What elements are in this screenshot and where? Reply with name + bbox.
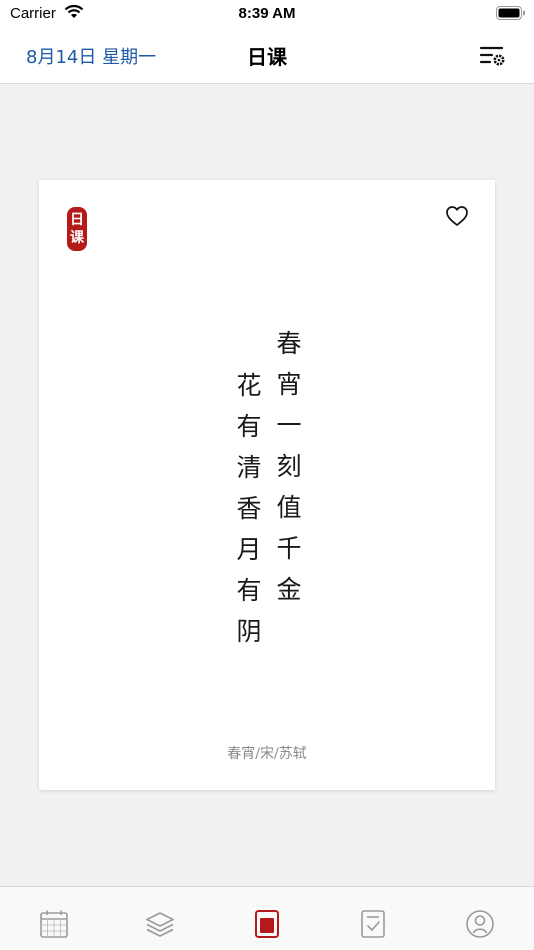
calendar-icon[interactable] [39, 909, 69, 939]
poem-card[interactable]: 日 课 春宵一刻值千金 花有清香月有阴 春宵/宋/苏轼 [39, 180, 495, 790]
list-settings-icon[interactable] [478, 42, 508, 70]
status-bar: Carrier 8:39 AM [0, 0, 534, 28]
status-time: 8:39 AM [238, 5, 296, 22]
poem-source: 春宵/宋/苏轼 [227, 746, 307, 762]
poem-text: 春宵一刻值千金 花有清香月有阴 [39, 330, 495, 660]
battery-icon [496, 6, 525, 20]
checklist-icon[interactable] [358, 909, 388, 939]
seal-char-2: 课 [70, 230, 84, 246]
poem-line-2: 花有清香月有阴 [233, 372, 262, 659]
seal-char-1: 日 [70, 212, 84, 228]
navigation-bar: 8月14日 星期一 日课 [0, 28, 534, 84]
date-button[interactable]: 8月14日 星期一 [26, 43, 156, 69]
tab-bar [0, 886, 534, 950]
daily-card-icon[interactable] [252, 909, 282, 939]
poem-line-1: 春宵一刻值千金 [273, 330, 302, 617]
layers-icon[interactable] [145, 909, 175, 939]
seal-logo: 日 课 [67, 207, 87, 251]
heart-icon[interactable] [445, 205, 469, 227]
profile-icon[interactable] [465, 909, 495, 939]
